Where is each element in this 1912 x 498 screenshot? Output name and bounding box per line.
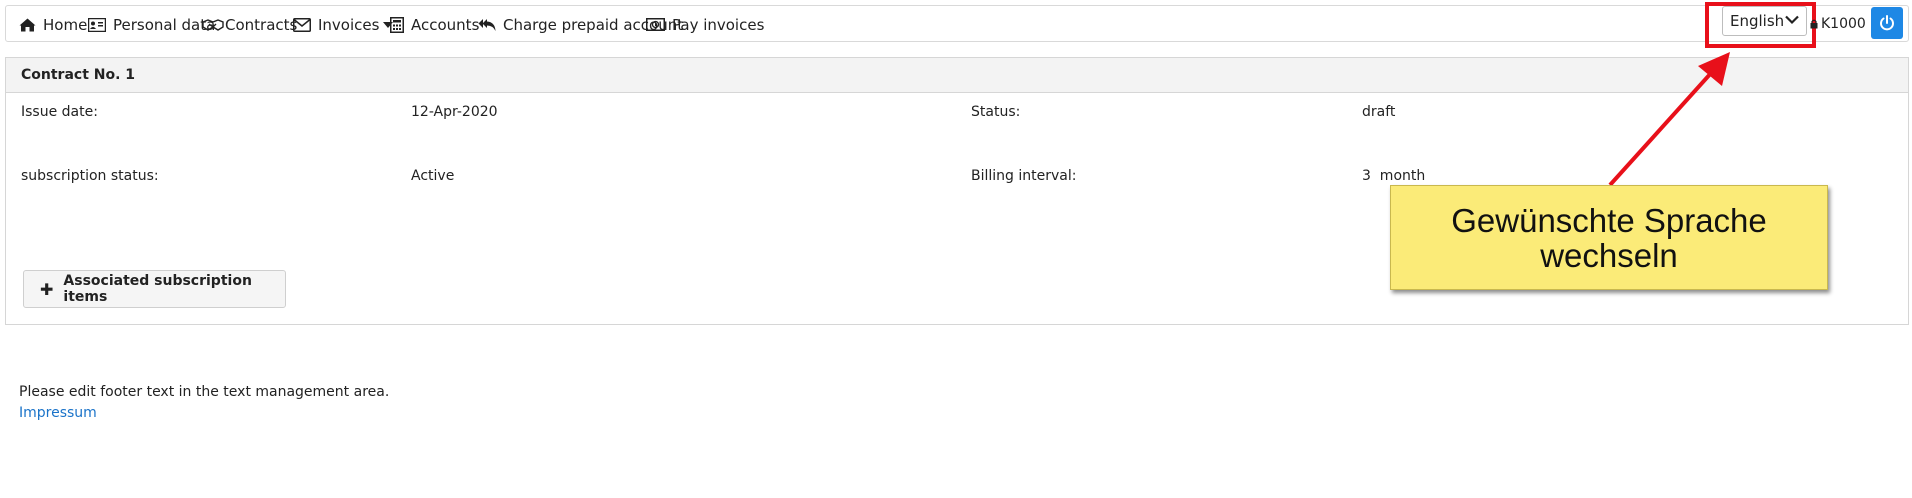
reply-all-icon [478,18,496,31]
logout-button[interactable] [1871,7,1903,39]
annotation-callout: Gewünschte Sprache wechseln [1390,185,1828,290]
footer-text: Please edit footer text in the text mana… [19,384,390,400]
issue-date-label: Issue date: [21,104,98,120]
nav-invoices[interactable]: Invoices [293,6,394,43]
billing-interval-label: Billing interval: [971,168,1077,184]
nav-accounts[interactable]: Accounts [390,6,479,43]
nav-personal-data-label: Personal data [113,15,216,34]
nav-contracts[interactable]: Contracts [202,6,297,43]
power-icon [1880,15,1894,31]
nav-pay-invoices-label: Pay invoices [672,15,765,34]
nav-personal-data[interactable]: Personal data [88,6,215,43]
plus-icon: ✚ [40,279,54,299]
nav-home[interactable]: Home [19,6,87,43]
subscription-status-value: Active [411,168,455,184]
billing-interval-value: 3 month [1362,168,1426,184]
top-navbar: Home Personal data Contracts Invoices Ac… [5,5,1909,42]
home-icon [19,18,36,31]
status-value: draft [1362,104,1396,120]
envelope-icon [293,17,311,32]
nav-contracts-label: Contracts [225,15,298,34]
associated-subscription-items-button[interactable]: ✚ Associated subscription items [23,270,286,308]
nav-home-label: Home [43,15,88,34]
nav-accounts-label: Accounts [411,15,480,34]
associated-subscription-items-label: Associated subscription items [63,273,252,305]
contract-title: Contract No. 1 [6,58,1908,93]
impressum-link[interactable]: Impressum [19,405,97,421]
calculator-icon [390,16,404,33]
handshake-icon [202,18,224,31]
annotation-highlight-box [1705,2,1816,48]
subscription-status-label: subscription status: [21,168,159,184]
id-card-icon [88,17,106,32]
user-id: K1000 [1821,15,1866,32]
money-bill-icon [646,18,665,31]
nav-invoices-label: Invoices [318,15,380,34]
issue-date-value: 12-Apr-2020 [411,104,498,120]
status-label: Status: [971,104,1021,120]
lock-icon [1810,19,1818,28]
nav-pay-invoices[interactable]: Pay invoices [646,6,764,43]
user-indicator: K1000 [1810,5,1866,42]
